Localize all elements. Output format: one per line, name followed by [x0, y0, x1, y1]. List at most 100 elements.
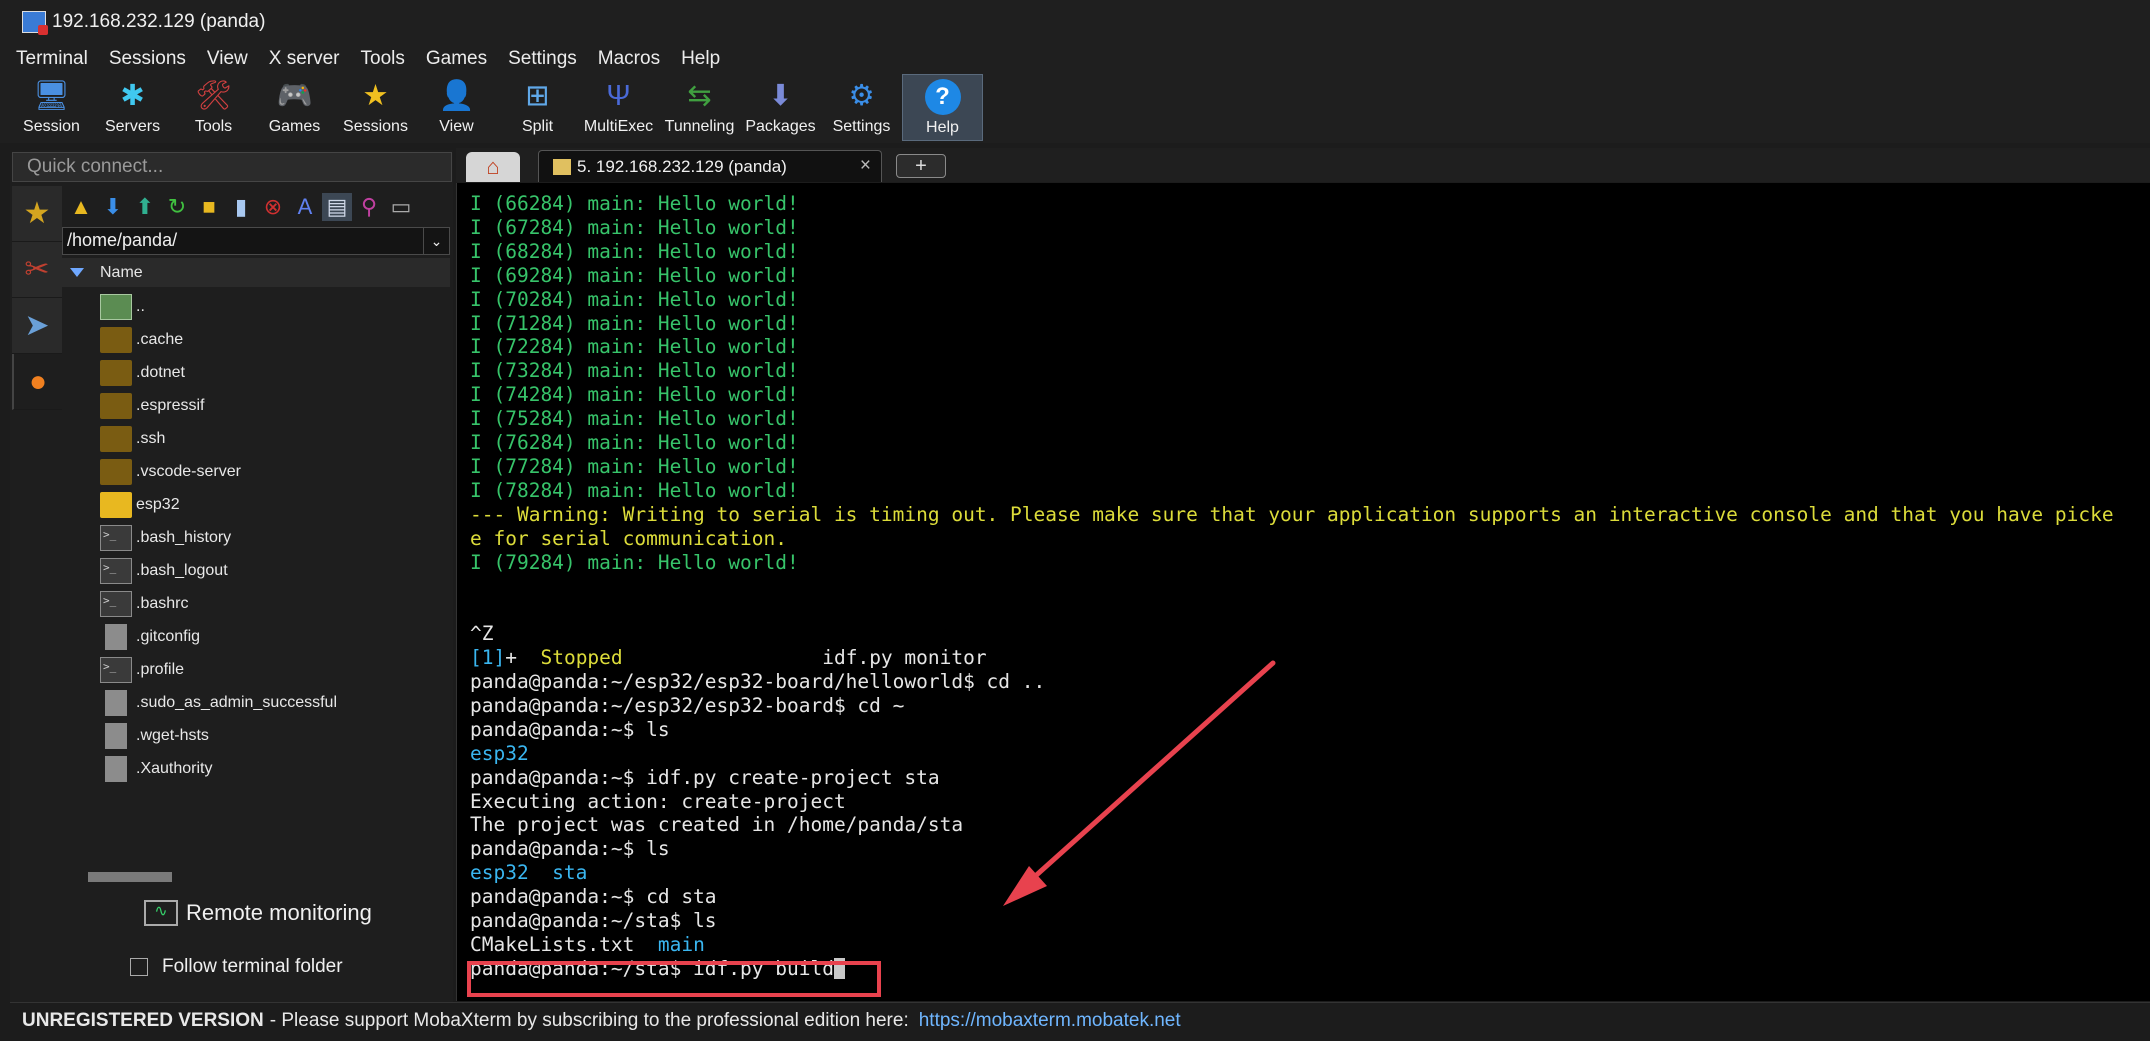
menu-tools[interactable]: Tools: [361, 48, 405, 70]
menu-view[interactable]: View: [207, 48, 248, 70]
terminal-output[interactable]: I (66284) main: Hello world! I (67284) ma…: [456, 183, 2150, 1001]
name-column-header[interactable]: Name: [62, 258, 450, 287]
packages-button[interactable]: ⬇ Packages: [740, 74, 821, 141]
download-icon[interactable]: ⬇: [98, 193, 128, 221]
new-folder-icon[interactable]: ■: [194, 193, 224, 221]
file-row[interactable]: .espressif: [100, 389, 450, 422]
terminal-text: I (70284) main: Hello world!: [470, 287, 799, 311]
tab-macros[interactable]: ➤: [12, 298, 62, 354]
file-row[interactable]: .sudo_as_admin_successful: [100, 686, 450, 719]
view-button[interactable]: 👤 View: [416, 74, 497, 141]
rename-icon[interactable]: A: [290, 193, 320, 221]
path-combobox[interactable]: /home/panda/ ⌄: [62, 227, 450, 255]
terminal-text: esp32: [470, 741, 529, 765]
new-file-icon[interactable]: ▮: [226, 193, 256, 221]
menu-settings[interactable]: Settings: [508, 48, 577, 70]
file-row[interactable]: .profile: [100, 653, 450, 686]
file-row[interactable]: .vscode-server: [100, 455, 450, 488]
sessions-button[interactable]: ★ Sessions: [335, 74, 416, 141]
sort-triangle-icon: [70, 268, 84, 277]
horizontal-scrollbar[interactable]: [88, 872, 172, 882]
file-row[interactable]: .gitconfig: [100, 620, 450, 653]
view-icon: 👤: [438, 79, 475, 112]
terminal-line: I (79284) main: Hello world!: [470, 551, 799, 575]
folder-icon: [100, 458, 132, 485]
terminal-text: panda@panda:~$ ls: [470, 837, 670, 861]
terminal-text: The project was created in /home/panda/s…: [470, 813, 964, 837]
delete-icon[interactable]: ⊗: [258, 193, 288, 221]
menu-sessions[interactable]: Sessions: [109, 48, 186, 70]
sessions-star-icon: ★: [362, 79, 389, 112]
settings-button[interactable]: ⚙ Settings: [821, 74, 902, 141]
refresh-icon[interactable]: ↻: [162, 193, 192, 221]
permissions-icon[interactable]: ⚲: [354, 193, 384, 221]
file-row[interactable]: .Xauthority: [100, 752, 450, 785]
file-row[interactable]: .dotnet: [100, 356, 450, 389]
terminal-line: I (75284) main: Hello world!: [470, 407, 799, 431]
split-button[interactable]: ⊞ Split: [497, 74, 578, 141]
parent-folder-icon[interactable]: ▲: [66, 193, 96, 221]
tunneling-button[interactable]: ⇆ Tunneling: [659, 74, 740, 141]
remote-monitoring-button[interactable]: ∿ Remote monitoring: [144, 900, 372, 926]
document-icon: [105, 689, 127, 716]
terminal-line: I (73284) main: Hello world!: [470, 359, 799, 383]
column-header-label: Name: [100, 263, 143, 281]
toggle-view-icon[interactable]: ▤: [322, 193, 352, 221]
toolbar-label: MultiExec: [583, 118, 654, 135]
toolbar-label: Split: [521, 118, 554, 135]
follow-terminal-folder-checkbox[interactable]: [130, 958, 148, 976]
tab-tools[interactable]: ✂: [12, 242, 62, 298]
file-row[interactable]: ..: [100, 290, 450, 323]
terminal-text: --- Warning: Writing to serial is timing…: [470, 502, 2114, 526]
shell-script-icon: [100, 656, 132, 683]
upload-icon[interactable]: ⬆: [130, 193, 160, 221]
file-row[interactable]: .cache: [100, 323, 450, 356]
terminal-line: I (72284) main: Hello world!: [470, 335, 799, 359]
document-icon: [105, 755, 127, 782]
mobaxterm-website-link[interactable]: https://mobaxterm.mobatek.net: [919, 1010, 1181, 1032]
home-tab[interactable]: ⌂: [466, 152, 520, 182]
tools-button[interactable]: 🛠 Tools: [173, 74, 254, 141]
file-name: .profile: [136, 660, 185, 678]
menu-x-server[interactable]: X server: [269, 48, 340, 70]
quick-connect-input[interactable]: Quick connect...: [12, 152, 452, 182]
file-name: .bash_logout: [136, 561, 228, 579]
help-button[interactable]: ? Help: [902, 74, 983, 141]
file-row[interactable]: esp32: [100, 488, 450, 521]
games-button[interactable]: 🎮 Games: [254, 74, 335, 141]
multiexec-button[interactable]: Ψ MultiExec: [578, 74, 659, 141]
menu-terminal[interactable]: Terminal: [16, 48, 88, 70]
menu-macros[interactable]: Macros: [598, 48, 660, 70]
chevron-down-icon[interactable]: ⌄: [423, 228, 449, 254]
file-row[interactable]: .ssh: [100, 422, 450, 455]
file-row[interactable]: .bash_history: [100, 521, 450, 554]
tab-sessions[interactable]: ★: [12, 186, 62, 242]
file-row[interactable]: .bashrc: [100, 587, 450, 620]
menu-help[interactable]: Help: [681, 48, 720, 70]
terminal-text-segment: CMakeLists.txt: [470, 932, 658, 956]
terminal-text: I (78284) main: Hello world!: [470, 478, 799, 502]
servers-button[interactable]: ✱ Servers: [92, 74, 173, 141]
toolbar-label: Games: [268, 118, 321, 135]
close-icon[interactable]: ×: [860, 155, 871, 177]
terminal-text: I (71284) main: Hello world!: [470, 311, 799, 335]
tools-icon: ✂: [24, 253, 50, 286]
sidebar-vertical-tabs: ★ ✂ ➤ ●: [12, 186, 62, 410]
games-icon: 🎮: [276, 79, 313, 112]
session-button[interactable]: 🖥 Session: [11, 74, 92, 141]
menu-games[interactable]: Games: [426, 48, 487, 70]
file-row[interactable]: .wget-hsts: [100, 719, 450, 752]
file-name: .cache: [136, 330, 184, 348]
new-tab-button[interactable]: +: [896, 154, 946, 178]
file-name: .dotnet: [136, 363, 185, 381]
session-tab[interactable]: 5. 192.168.232.129 (panda) ×: [538, 150, 882, 182]
tab-sftp[interactable]: ●: [12, 354, 62, 410]
terminal-text: panda@panda:~/sta$ ls: [470, 909, 717, 932]
file-row[interactable]: .bash_logout: [100, 554, 450, 587]
home-icon: ⌂: [486, 154, 500, 179]
terminal-text-segment: Stopped: [540, 646, 623, 670]
annotation-highlight-box: [467, 961, 881, 997]
open-terminal-icon[interactable]: ▭: [386, 193, 416, 221]
terminal-line: panda@panda:~$ ls: [470, 837, 670, 861]
follow-terminal-folder-option[interactable]: Follow terminal folder: [130, 956, 343, 978]
